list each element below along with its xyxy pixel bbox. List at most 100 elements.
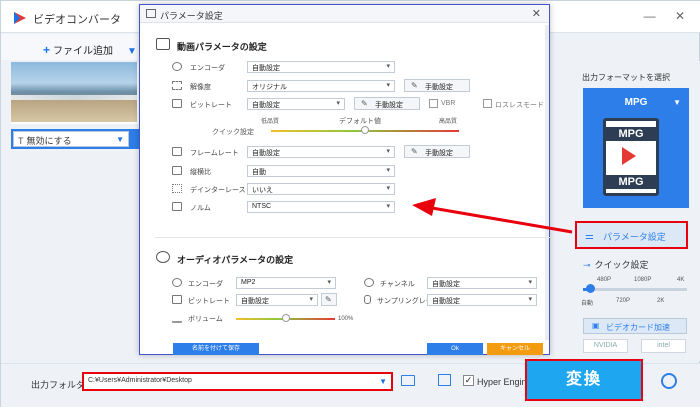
norm-icon [172,202,182,211]
quality-default-label: デフォルト値 [339,118,381,125]
audio-bitrate-value: 自動設定 [241,298,269,305]
chevron-down-icon: ▼ [116,135,124,144]
video-section-heading: 動画パラメータの設定 [177,42,267,52]
cancel-button[interactable]: キャンセル [487,343,543,355]
app-logo-icon [14,12,26,24]
parameter-settings-dialog: パラメータ設定 ✕ 動画パラメータの設定 エンコーダ 自動設定 ▾ 解像度 オリジ… [139,4,550,355]
aspect-ratio-select[interactable]: 自動 ▾ [247,165,395,177]
volume-value: 100% [338,316,354,322]
chevron-down-icon: ▾ [386,82,390,89]
bitrate-manual-button[interactable]: ✎ 手動設定 [354,97,420,110]
quick-quality-label: クイック設定 [212,129,254,136]
lossless-checkbox[interactable] [483,99,492,108]
file-card[interactable] [11,62,139,124]
audio-encoder-label: エンコーダ [188,281,223,288]
play-icon [622,147,636,165]
hyper-engine-checkbox[interactable]: ✓ [463,375,474,386]
pencil-icon: ✎ [411,147,418,156]
bitrate-icon [172,99,182,108]
output-folder-select[interactable]: C:¥Users¥Administrator¥Desktop ▼ [82,372,393,391]
quick-tick-480p: 480P [597,277,612,283]
convert-button[interactable]: 変換 [525,359,643,401]
sliders-icon: ⚌ [585,231,594,242]
chevron-down-icon: ▾ [309,296,313,303]
deinterlace-value: いいえ [252,187,273,194]
close-icon[interactable]: ✕ [532,7,541,20]
framerate-select[interactable]: 自動設定 ▾ [247,146,395,158]
format-icon-bottom-label: MPG [603,175,659,189]
chevron-down-icon[interactable]: ▼ [673,98,681,107]
chevron-down-icon: ▾ [336,100,340,107]
video-card-label: ビデオカード加速 [606,323,670,332]
framerate-icon [172,147,182,156]
aspect-ratio-icon [172,166,182,175]
resolution-icon [172,81,182,90]
nvidia-badge[interactable]: NVIDIA [583,339,628,353]
deinterlace-icon [172,184,182,193]
audio-section-heading: オーディオパラメータの設定 [177,255,294,265]
quick-tick-2k: 2K [657,298,665,304]
audio-bitrate-edit-button[interactable]: ✎ [321,293,337,306]
format-icon-top-label: MPG [603,127,659,141]
subtitle-select[interactable]: T 無効にする ▼ [13,131,129,147]
vbr-label: VBR [441,100,456,107]
quick-settings-slider[interactable] [583,288,687,291]
ok-button[interactable]: Ok [427,343,483,355]
resolution-label: 解像度 [190,84,211,91]
audio-encoder-select[interactable]: MP2 ▾ [236,277,336,289]
volume-label: ボリューム [188,316,223,323]
norm-select[interactable]: NTSC ▾ [247,201,395,213]
chevron-down-icon: ▾ [528,279,532,286]
folder-icon[interactable] [401,375,415,386]
pencil-icon: ✎ [361,99,368,108]
gpu-icon: ▣ [592,321,600,330]
audio-bitrate-select[interactable]: 自動設定 ▾ [236,294,318,306]
chevron-down-icon: ▾ [386,203,390,210]
parameter-settings-button[interactable]: ⚌ パラメータ設定 [575,221,688,249]
deinterlace-label: デインターレース [190,187,246,194]
mpg-file-icon: MPG MPG [603,118,659,196]
save-as-button[interactable]: 名前を付けて保存 [173,343,259,355]
video-encoder-label: エンコーダ [190,65,225,72]
lossless-label: ロスレスモード [495,102,544,109]
deinterlace-select[interactable]: いいえ ▾ [247,183,395,195]
add-file-button[interactable]: + ファイル追加 ▼ [43,42,137,57]
channel-select[interactable]: 自動設定 ▾ [427,277,537,289]
quick-settings-knob[interactable] [586,284,595,293]
open-output-icon[interactable] [438,374,451,386]
resolution-select[interactable]: オリジナル ▾ [247,80,395,92]
microphone-icon [364,295,371,304]
vbr-checkbox[interactable] [429,99,438,108]
intel-badge[interactable]: intel [641,339,686,353]
parameter-settings-label: パラメータ設定 [603,232,666,242]
window-controls[interactable]: — ✕ [644,9,693,23]
quality-slider-knob[interactable] [361,126,369,134]
audio-encoder-value: MP2 [241,279,256,286]
framerate-manual-button[interactable]: ✎ 手動設定 [404,145,470,158]
alarm-clock-icon[interactable] [661,373,677,389]
video-encoder-select[interactable]: 自動設定 ▾ [247,61,395,73]
chevron-down-icon[interactable]: ▼ [379,377,387,386]
sample-rate-select[interactable]: 自動設定 ▾ [427,294,537,306]
chevron-down-icon[interactable]: ▼ [127,46,137,57]
quick-settings-heading: ⊸ クイック設定 [583,258,649,271]
video-card-acceleration-button[interactable]: ▣ ビデオカード加速 [583,318,687,334]
resolution-manual-button[interactable]: ✎ 手動設定 [404,79,470,92]
video-bitrate-select[interactable]: 自動設定 ▾ [247,98,345,110]
video-thumbnail[interactable] [11,62,137,122]
channel-label: チャンネル [380,281,415,288]
channel-value: 自動設定 [432,281,460,288]
output-folder-value: C:¥Users¥Administrator¥Desktop [88,377,192,384]
format-selector[interactable]: MPG ▼ MPG MPG [583,88,689,208]
chevron-down-icon: ▾ [386,63,390,70]
channel-icon [364,278,374,287]
toolbar: + ファイル追加 ▼ [1,34,139,60]
settings-window-icon [146,9,156,18]
dialog-scrollbar[interactable] [545,25,549,340]
quality-high-label: 高品質 [439,119,458,125]
pencil-icon: ✎ [411,81,418,90]
quick-tick-1080p: 1080P [634,277,652,283]
volume-slider-knob[interactable] [281,314,290,322]
video-encoder-value: 自動設定 [252,65,280,72]
framerate-manual-label: 手動設定 [425,150,453,157]
